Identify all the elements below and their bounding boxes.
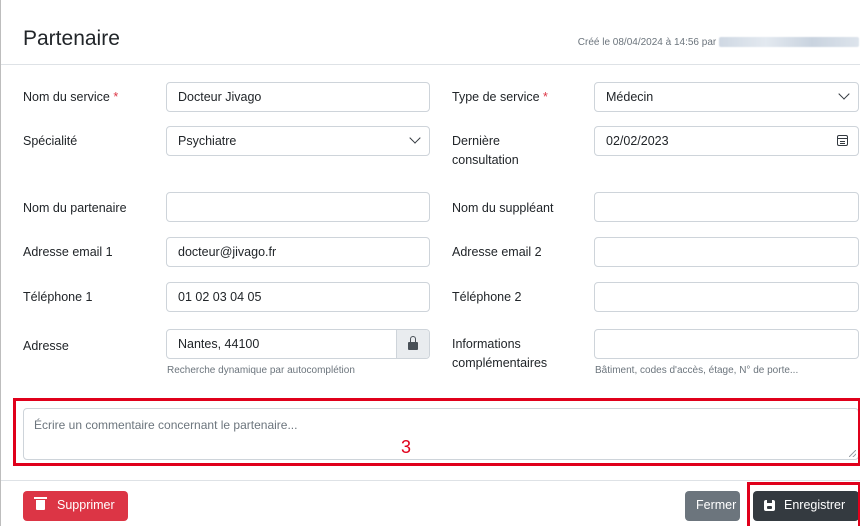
tel2-label: Téléphone 2	[452, 290, 522, 304]
lock-icon	[408, 336, 418, 350]
derniere-consultation-date-input[interactable]: 02/02/2023	[594, 126, 859, 156]
adresse-help-text: Recherche dynamique par autocomplétion	[167, 365, 355, 376]
nom-service-input[interactable]: Docteur Jivago	[166, 82, 430, 112]
specialite-select[interactable]: Psychiatre	[166, 126, 430, 156]
trash-icon	[34, 497, 47, 510]
creation-text: Créé le 08/04/2024 à 14:56 par	[577, 37, 717, 48]
tel1-label: Téléphone 1	[23, 290, 93, 304]
nom-suppleant-label: Nom du suppléant	[452, 201, 554, 215]
modal-header: Partenaire Créé le 08/04/2024 à 14:56 pa…	[1, 0, 860, 65]
adresse-input[interactable]: Nantes, 44100	[166, 329, 430, 359]
type-service-label: Type de service *	[452, 90, 548, 104]
email2-label: Adresse email 2	[452, 245, 542, 259]
calendar-icon[interactable]	[837, 135, 848, 146]
creation-info: Créé le 08/04/2024 à 14:56 par	[578, 37, 859, 48]
infos-label: Informations complémentaires	[452, 337, 548, 370]
lock-addon[interactable]	[396, 330, 429, 358]
email2-input[interactable]	[594, 237, 859, 267]
nom-suppleant-input[interactable]	[594, 192, 859, 222]
adresse-label: Adresse	[23, 339, 69, 353]
modal-title: Partenaire	[23, 27, 120, 50]
tel2-input[interactable]	[594, 282, 859, 312]
type-service-select[interactable]: Médecin	[594, 82, 859, 112]
partner-modal: Partenaire Créé le 08/04/2024 à 14:56 pa…	[0, 0, 860, 526]
required-mark: *	[113, 90, 119, 104]
footer-divider	[1, 480, 860, 481]
annotation-highlight-save	[747, 482, 860, 526]
tel1-input[interactable]: 01 02 03 04 05	[166, 282, 430, 312]
infos-help-text: Bâtiment, codes d'accès, étage, N° de po…	[595, 365, 799, 376]
close-button[interactable]: Fermer	[685, 491, 740, 521]
annotation-number: 3	[401, 437, 412, 457]
infos-input[interactable]	[594, 329, 859, 359]
email1-input[interactable]: docteur@jivago.fr	[166, 237, 430, 267]
derniere-consultation-label: Dernière consultation	[452, 134, 519, 167]
chevron-down-icon	[409, 132, 421, 144]
delete-button[interactable]: Supprimer	[23, 491, 128, 521]
specialite-label: Spécialité	[23, 134, 78, 148]
nom-service-label: Nom du service *	[23, 90, 119, 104]
email1-label: Adresse email 1	[23, 245, 113, 259]
chevron-down-icon	[838, 88, 850, 100]
annotation-highlight-comment	[13, 398, 860, 466]
redacted-author	[719, 37, 859, 48]
nom-partenaire-label: Nom du partenaire	[23, 201, 127, 215]
nom-partenaire-input[interactable]	[166, 192, 430, 222]
required-mark: *	[543, 90, 548, 104]
